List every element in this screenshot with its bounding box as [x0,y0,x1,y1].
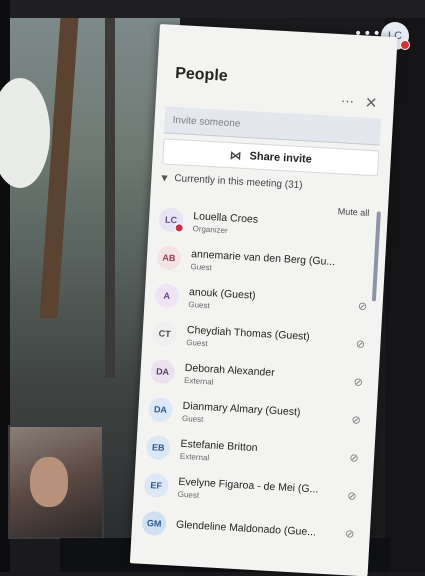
chevron-down-icon: ▼ [161,173,168,183]
participant-info: anouk (Guest) Guest [188,286,356,318]
invite-input[interactable] [163,106,382,145]
meeting-participants-header[interactable]: ▼ Currently in this meeting (31) [161,172,303,191]
share-invite-label: Share invite [249,150,313,166]
people-panel: People ⋯ ✕ ⋈ Share invite ▼ Currently in… [129,24,398,576]
participant-list: LC Louella Croes Organizer AB annemarie van … [141,200,375,553]
participant-initials: EB [151,442,165,453]
participant-info: Estefanie Britton External [180,437,348,469]
wood-frame [39,18,79,318]
window-light [0,78,50,188]
participant-name: Glendeline Maldonado (Gue... [175,518,317,539]
self-video-preview[interactable] [8,425,104,539]
participant-avatar: AB [156,245,182,271]
panel-title: People [174,64,229,85]
mic-off-icon: ⊘ [353,375,364,389]
participant-info: Cheydiah Thomas (Guest) Guest [186,323,354,355]
participant-info: Deborah Alexander External [184,361,352,393]
participant-info: annemarie van den Berg (Gu... Guest [190,248,372,281]
mic-off-icon: ⊘ [344,527,355,541]
mic-off-icon: ⊘ [355,337,366,351]
participant-initials: CT [158,328,171,340]
participant-avatar: EB [145,434,172,461]
participant-avatar: LC [158,207,184,233]
participant-avatar: DA [147,396,174,423]
window-frame [105,18,115,378]
participant-initials: DA [153,404,168,415]
participant-info: Glendeline Maldonado (Gue... [176,519,343,540]
presence-busy-indicator [400,40,410,50]
more-options-icon[interactable]: ⋯ [341,94,355,110]
participant-initials: A [163,290,171,301]
participant-initials: DA [155,366,170,378]
participant-avatar: CT [152,321,178,347]
section-label: Currently in this meeting (31) [174,173,303,192]
participant-info: Evelyne Figaroa - de Mei (G... Guest [178,475,346,507]
share-icon: ⋈ [229,148,242,163]
participant-initials: EF [150,480,163,491]
participant-face [30,457,68,507]
participant-avatar: A [154,283,180,309]
presence-busy-indicator [174,223,184,233]
close-icon[interactable]: ✕ [364,94,378,113]
participant-initials: GM [146,518,162,529]
mic-off-icon: ⊘ [349,451,360,465]
mic-off-icon: ⊘ [357,299,368,313]
window-top-bar [10,0,425,18]
share-invite-button[interactable]: ⋈ Share invite [162,138,380,177]
participant-info: Dianmary Almary (Guest) Guest [182,399,350,431]
participant-avatar: GM [141,510,167,537]
participant-initials: AB [162,252,176,264]
participant-avatar: DA [149,359,176,385]
mic-off-icon: ⊘ [351,413,362,427]
participant-info: Louella Croes Organizer [192,210,374,243]
mic-off-icon: ⊘ [346,489,357,503]
participant-avatar: EF [143,472,169,499]
